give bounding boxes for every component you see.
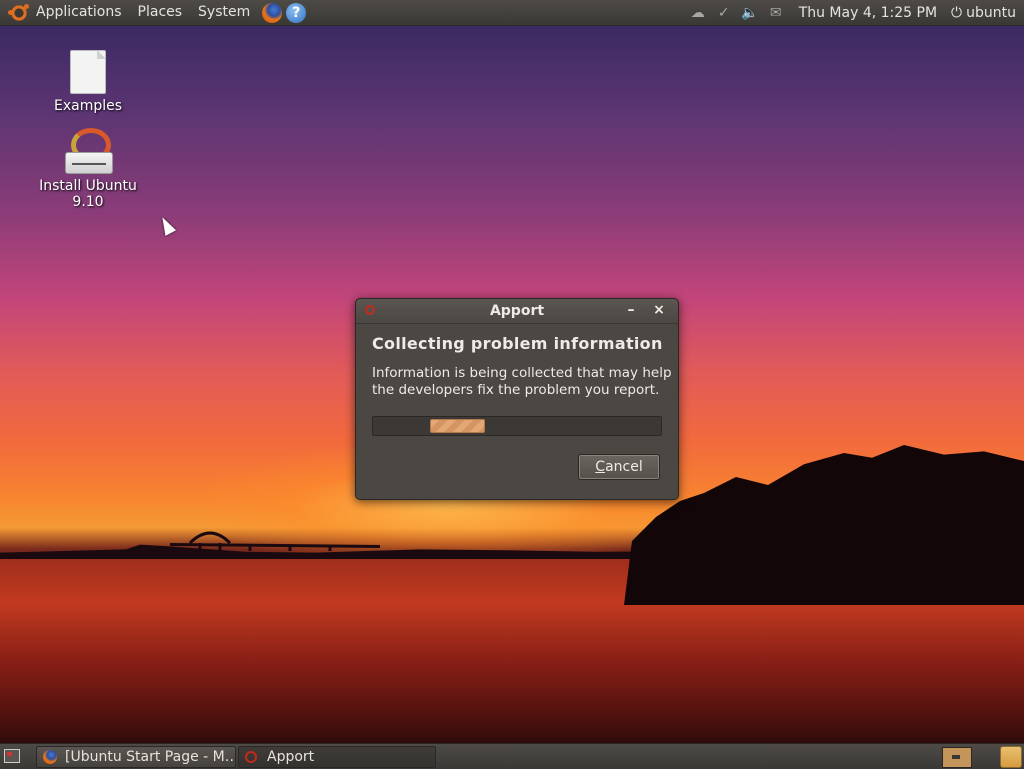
firefox-launcher-icon[interactable] (262, 2, 283, 23)
minimize-button[interactable]: – (622, 301, 640, 319)
mail-icon[interactable]: ✉ (763, 5, 789, 21)
menu-system[interactable]: System (190, 0, 258, 25)
update-notifier-icon[interactable]: ☁ (685, 5, 711, 21)
taskbar-item-label: Apport (267, 749, 315, 765)
menu-applications[interactable]: Applications (28, 0, 130, 25)
trash-icon[interactable] (1000, 746, 1022, 768)
apport-dialog: Apport – × Collecting problem informatio… (355, 298, 679, 500)
ubuntu-logo-icon[interactable] (8, 3, 29, 22)
apport-icon (245, 751, 257, 763)
workspace-switcher[interactable] (942, 747, 972, 768)
user-name: ubuntu (966, 4, 1016, 21)
cancel-button[interactable]: Cancel (578, 454, 660, 480)
progress-bar (372, 416, 662, 436)
help-launcher-icon[interactable]: ? (286, 2, 307, 23)
desktop-icon-install-ubuntu[interactable]: Install Ubuntu 9.10 (23, 128, 153, 210)
installer-icon (63, 128, 113, 176)
menu-places[interactable]: Places (130, 0, 191, 25)
top-panel: Applications Places System ? ☁ ✓ 🔈 ✉ Thu… (0, 0, 1024, 26)
file-icon (70, 50, 106, 94)
bridge-silhouette (170, 531, 380, 551)
network-icon[interactable]: ✓ (711, 5, 737, 21)
desktop-icon-examples[interactable]: Examples (23, 50, 153, 114)
user-switcher[interactable]: ⏻ ubuntu (947, 5, 1024, 21)
firefox-icon (43, 750, 57, 764)
show-desktop-icon[interactable] (4, 749, 20, 763)
dialog-heading: Collecting problem information (372, 334, 663, 353)
desktop-icon-label: Examples (53, 98, 123, 114)
dialog-message: Information is being collected that may … (372, 365, 672, 398)
taskbar-item-label: [Ubuntu Start Page - M… (65, 749, 236, 765)
taskbar-item-apport[interactable]: Apport (238, 746, 436, 768)
taskbar-item-browser[interactable]: [Ubuntu Start Page - M… (36, 746, 236, 768)
volume-icon[interactable]: 🔈 (737, 5, 763, 21)
panel-tray: ☁ ✓ 🔈 ✉ Thu May 4, 1:25 PM ⏻ ubuntu (685, 5, 1024, 21)
power-icon: ⏻ (951, 4, 963, 21)
desktop-icon-label: Install Ubuntu 9.10 (39, 178, 137, 210)
progress-pulse (430, 419, 485, 433)
bottom-panel: [Ubuntu Start Page - M… Apport (0, 743, 1024, 769)
clock[interactable]: Thu May 4, 1:25 PM (789, 5, 947, 21)
dialog-titlebar[interactable]: Apport – × (356, 299, 678, 324)
close-button[interactable]: × (650, 301, 668, 319)
